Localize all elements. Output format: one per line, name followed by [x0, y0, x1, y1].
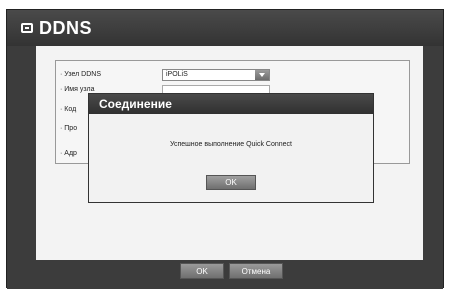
label-host-name: · Имя узла	[60, 86, 95, 93]
ok-button[interactable]: OK	[180, 263, 224, 279]
label-address: · Адр	[60, 150, 77, 157]
dialog-title: Соединение	[89, 94, 373, 114]
window-icon	[21, 23, 33, 33]
cancel-button[interactable]: Отмена	[229, 263, 283, 279]
dialog-ok-button[interactable]: OK	[206, 175, 256, 190]
label-ddns-host: · Узел DDNS	[60, 71, 101, 78]
chevron-down-icon[interactable]	[255, 70, 269, 80]
window-title: DDNS	[39, 18, 93, 38]
ddns-host-select[interactable]: iPOLiS	[162, 69, 270, 81]
window-titlebar: DDNS	[7, 10, 443, 46]
label-code: · Код	[60, 106, 77, 113]
ddns-host-value: iPOLiS	[166, 71, 188, 78]
label-protocol: · Про	[60, 125, 78, 132]
dialog-message: Успешное выполнение Quick Connect	[169, 141, 293, 148]
bottom-bar	[7, 260, 443, 289]
connection-dialog: Соединение Успешное выполнение Quick Con…	[88, 93, 374, 203]
